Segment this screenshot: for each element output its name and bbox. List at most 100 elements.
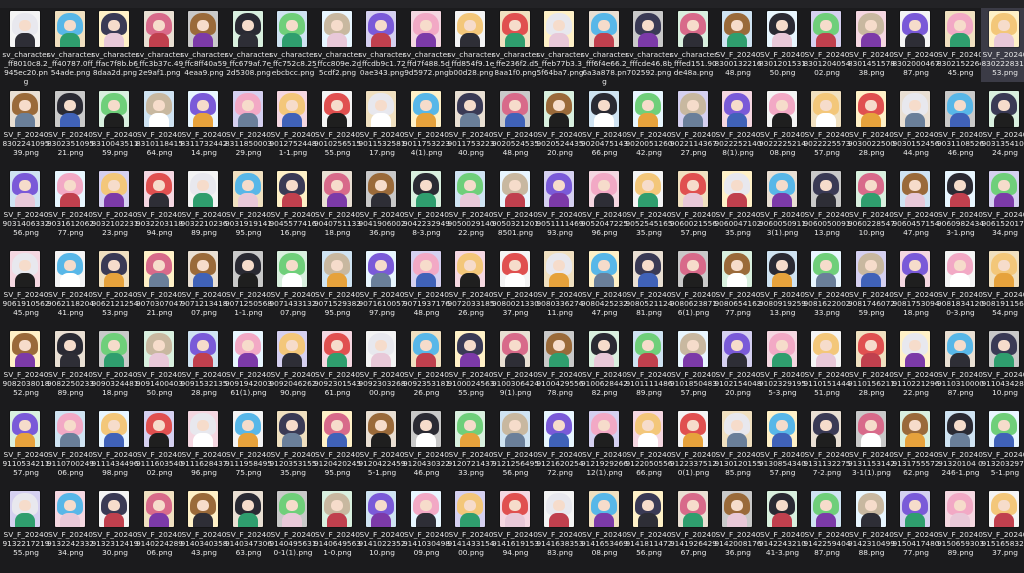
- file-item[interactable]: SV_F_20240908052112481.png: [625, 248, 673, 322]
- file-item[interactable]: SV_F_20240830222831153.png: [981, 8, 1024, 82]
- file-item[interactable]: SV_F_20240911143449698.png: [91, 408, 139, 482]
- file-item[interactable]: sv_character_ffac7f8b.b68daa2d.png: [91, 8, 139, 82]
- file-item[interactable]: SV_F_20240914102235210.png: [358, 488, 406, 562]
- file-item[interactable]: SV_F_20240913221721955.png: [2, 488, 50, 562]
- file-item[interactable]: SV_F_20240903220311894.png: [136, 168, 184, 242]
- file-item[interactable]: SV_F_20240907121341807.png: [180, 248, 228, 322]
- file-item[interactable]: SV_F_2024090600509113(1).png: [759, 168, 807, 242]
- file-item[interactable]: SV_F_20240909204626290.png: [269, 328, 317, 402]
- file-item[interactable]: SV_F_20240912043032246.png: [403, 408, 451, 482]
- file-item[interactable]: SV_F_20240913224233234.png: [47, 488, 95, 562]
- file-item[interactable]: SV_F_20240911022129622.png: [892, 328, 940, 402]
- file-item[interactable]: SV_F_20240912205055666.png: [625, 408, 673, 482]
- file-item[interactable]: SV_F_2024091311322757-2.png: [803, 408, 851, 482]
- file-item[interactable]: SV_F_20240910185048357.png: [670, 328, 718, 402]
- file-item[interactable]: SV_F_20240830120153150.png: [759, 8, 807, 82]
- file-item[interactable]: SV_F_20240908091925913.png: [759, 248, 807, 322]
- file-item[interactable]: sv_character_ffcc809e.2d5cdf2.png: [314, 8, 362, 82]
- file-item[interactable]: SV_F_20240906045715447.png: [892, 168, 940, 242]
- file-item[interactable]: SV_F_20240914225940487.png: [803, 488, 851, 562]
- file-item[interactable]: SV_F_20240914165346908.png: [581, 488, 629, 562]
- file-item[interactable]: SV_F_20240911043428810.png: [981, 328, 1024, 402]
- file-item[interactable]: SV_F_20240902052443520.png: [536, 88, 584, 162]
- file-item[interactable]: SV_F_20240911015621128.png: [848, 328, 896, 402]
- file-item[interactable]: SV_F_2024090117532234(1).png: [403, 88, 451, 162]
- file-item[interactable]: SV_F_20240831011841564.png: [136, 88, 184, 162]
- file-item[interactable]: SV_F_20240905002914022.png: [447, 168, 495, 242]
- file-item[interactable]: SV_F_20240905204722596.png: [581, 168, 629, 242]
- file-item[interactable]: SV_F_20240907030704721.png: [136, 248, 184, 322]
- file-item[interactable]: sv_character_ffcdb9c1.720ae343.png: [358, 8, 406, 82]
- file-item[interactable]: SV_F_20240903015245644.png: [892, 88, 940, 162]
- file-item[interactable]: SV_F_20240915165832237.png: [981, 488, 1024, 562]
- file-item[interactable]: SV_F_20240904557741616.png: [269, 168, 317, 242]
- file-item[interactable]: SV_F_20240914022428906.png: [136, 488, 184, 562]
- file-item[interactable]: SV_F_20240906212125453.png: [91, 248, 139, 322]
- file-item[interactable]: SV_F_20240830215226445.png: [937, 8, 985, 82]
- file-item[interactable]: SV_F_20240908042523247.png: [581, 248, 629, 322]
- file-item[interactable]: SV_F_20240903140633256.png: [2, 168, 50, 242]
- file-item[interactable]: SV_F_20240903161206277.png: [47, 168, 95, 242]
- file-item[interactable]: SV_F_20240909153213528.png: [180, 328, 228, 402]
- file-item[interactable]: SV_F_20240910215404820.png: [714, 328, 762, 402]
- file-item[interactable]: SV_F_20240912072143733.png: [447, 408, 495, 482]
- file-item[interactable]: SV_F_2024090503212018501.png: [492, 168, 540, 242]
- file-item[interactable]: SV_F_20240911195849575.png: [225, 408, 273, 482]
- file-item[interactable]: SV_F_20240910002456355.png: [447, 328, 495, 402]
- file-item[interactable]: SV_F_20240903221023689.png: [180, 168, 228, 242]
- file-item[interactable]: SV_F_20240905111146993.png: [536, 168, 584, 242]
- file-item[interactable]: SV_F_20240906191056245.png: [2, 248, 50, 322]
- file-item[interactable]: SV_F_20240906211820441.png: [47, 248, 95, 322]
- file-item[interactable]: SV_F_2024091204224595-1.png: [358, 408, 406, 482]
- file-item[interactable]: SV_F_20240911031000087.png: [937, 328, 985, 402]
- file-item[interactable]: SV_F_20240830224109539.png: [2, 88, 50, 162]
- file-item[interactable]: SV_F_20240906022854710.png: [848, 168, 896, 242]
- file-item[interactable]: SV_F_20240902211436727.png: [670, 88, 718, 162]
- file-item[interactable]: sv_character_ffe236f2.d58aa1f0.png: [492, 8, 540, 82]
- file-item[interactable]: SV_F_20240906002155657.png: [670, 168, 718, 242]
- file-item[interactable]: SV_F_20240908191156954.png: [981, 248, 1024, 322]
- file-item[interactable]: SV_F_20240908225023389.png: [47, 328, 95, 402]
- file-item[interactable]: SV_F_20240906005009113.png: [803, 168, 851, 242]
- file-item[interactable]: SV_F_20240901025651555.png: [314, 88, 362, 162]
- file-item[interactable]: SV_F_20240904190600236.png: [358, 168, 406, 242]
- file-item[interactable]: SV_F_2024091404956310-1(1).png: [269, 488, 317, 562]
- file-item[interactable]: SV_F_20240907152938295.png: [314, 248, 362, 322]
- file-item[interactable]: SV_F_20240830013221648.png: [714, 8, 762, 82]
- file-item[interactable]: SV_F_20240908175309418.png: [892, 248, 940, 322]
- file-item[interactable]: SV_F_20240912192926612(1).png: [581, 408, 629, 482]
- file-item[interactable]: SV_F_20240913085434057.png: [759, 408, 807, 482]
- file-item[interactable]: SV_F_2024090222521408(1).png: [714, 88, 762, 162]
- file-item[interactable]: SV_F_20240902047514366.png: [581, 88, 629, 162]
- file-item[interactable]: SV_F_20240904075113318.png: [314, 168, 362, 242]
- file-item[interactable]: SV_F_20240914231049988.png: [848, 488, 896, 562]
- file-item[interactable]: SV_F_2024091223375120(1).png: [670, 408, 718, 482]
- file-item[interactable]: SV_F_20240830200046787.png: [892, 8, 940, 82]
- file-item[interactable]: SV_F_20240908065416277.png: [714, 248, 762, 322]
- file-item[interactable]: sv_character_fffed151.90de48a.png: [670, 8, 718, 82]
- file-item[interactable]: SV_F_20240905254516535.png: [625, 168, 673, 242]
- file-item[interactable]: SV_F_20240912035315535.png: [269, 408, 317, 482]
- file-item[interactable]: SV_F_20240902052453548.png: [492, 88, 540, 162]
- file-item[interactable]: SV_F_20240914200817636.png: [714, 488, 762, 562]
- file-item[interactable]: SV_F_20240914161915394.png: [492, 488, 540, 562]
- file-item[interactable]: SV_F_20240915041748077.png: [892, 488, 940, 562]
- file-item[interactable]: sv_character_ffeb77b3.35f64ba7.png: [536, 8, 584, 82]
- file-item[interactable]: SV_F_20240830235109521.png: [47, 88, 95, 162]
- file-item[interactable]: SV_F_20240909235318126.png: [403, 328, 451, 402]
- file-item[interactable]: SV_F_2024091320329745-1.png: [981, 408, 1024, 482]
- file-item[interactable]: SV_F_20240914143315400.png: [447, 488, 495, 562]
- file-item[interactable]: sv_character_ffd7f488.5d9d5972.png: [403, 8, 451, 82]
- file-item[interactable]: sv_character_ffc752c8.25ebcbcc.png: [269, 8, 317, 82]
- file-item[interactable]: SV_F_20240910042955678.png: [536, 328, 584, 402]
- file-item[interactable]: sv_character_ffd854f9.1eb00d28.png: [447, 8, 495, 82]
- file-item[interactable]: SV_F_2024090712505681-1.png: [225, 248, 273, 322]
- file-item[interactable]: SV_F_20240831185000329.png: [225, 88, 273, 162]
- file-item[interactable]: SV_F_20240909230326800.png: [358, 328, 406, 402]
- file-item[interactable]: SV_F_20240903210223123.png: [91, 168, 139, 242]
- file-item[interactable]: SV_F_2024091023291955-3.png: [759, 328, 807, 402]
- file-item[interactable]: SV_F_20240909140040350.png: [136, 328, 184, 402]
- file-item[interactable]: SV_F_2024090818341200-3.png: [937, 248, 985, 322]
- file-item[interactable]: SV_F_20240903191914195.png: [225, 168, 273, 242]
- file-item[interactable]: SV_F_20240902222557357.png: [803, 88, 851, 162]
